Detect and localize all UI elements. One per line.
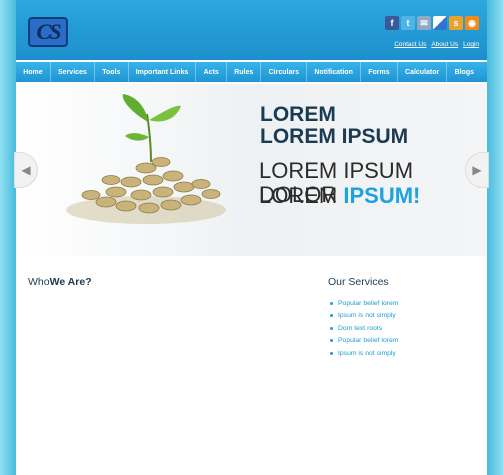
nav-rules[interactable]: Rules — [227, 62, 262, 82]
main-nav: Home Services Tools Important Links Acts… — [16, 62, 487, 82]
banner-line-4-accent: IPSUM! — [343, 183, 421, 208]
our-services-heading: Our Services — [328, 276, 389, 288]
service-item[interactable]: Ipsum is not simply — [330, 310, 398, 323]
who-plain: Who — [28, 276, 50, 288]
nav-tools[interactable]: Tools — [95, 62, 129, 82]
facebook-icon[interactable]: f — [385, 16, 399, 30]
nav-important-links[interactable]: Important Links — [129, 62, 197, 82]
rss-icon[interactable]: ◉ — [465, 16, 479, 30]
chevron-left-icon: ◀ — [21, 163, 31, 177]
service-item[interactable]: Popular belief lorem — [330, 335, 398, 348]
who-we-are-heading: WhoWe Are? — [28, 276, 92, 288]
banner-line-1: LOREM — [260, 103, 336, 126]
social-icons: f t ✉ s ◉ — [385, 16, 479, 30]
services-list: Popular belief lorem Ipsum is not simply… — [330, 297, 398, 360]
twitter-icon[interactable]: t — [401, 16, 415, 30]
nav-acts[interactable]: Acts — [196, 62, 227, 82]
email-icon[interactable]: ✉ — [417, 16, 431, 30]
header: CS f t ✉ s ◉ Contact Us About Us Login — [16, 0, 487, 60]
coins-plant-image — [66, 94, 226, 224]
nav-services[interactable]: Services — [51, 62, 96, 82]
logo[interactable]: CS — [28, 17, 68, 47]
service-item[interactable]: Ipsum is not simply — [330, 347, 398, 360]
nav-calculator[interactable]: Calculator — [398, 62, 448, 82]
delicious-icon[interactable] — [433, 16, 447, 30]
banner-line-4-plain: LOREM — [259, 183, 344, 208]
banner-line-4: LOREM IPSUM! — [259, 184, 420, 208]
right-background — [487, 0, 503, 475]
service-item[interactable]: Popular belief lorem — [330, 297, 398, 310]
who-bold: We Are? — [49, 276, 92, 288]
nav-blogs[interactable]: Blogs — [447, 62, 481, 82]
login-link[interactable]: Login — [463, 41, 479, 48]
nav-circulars[interactable]: Circulars — [261, 62, 308, 82]
nav-notification[interactable]: Notification — [307, 62, 362, 82]
page: CS f t ✉ s ◉ Contact Us About Us Login H… — [14, 0, 489, 475]
about-us-link[interactable]: About Us — [431, 41, 458, 48]
banner-slider: ◀ ▶ LOREM LOREM IPSUM LOREM IPSUM DOLOR … — [14, 84, 489, 256]
left-background — [0, 0, 16, 475]
banner-line-2: LOREM IPSUM — [260, 125, 409, 148]
top-links: Contact Us About Us Login — [394, 41, 479, 48]
stumbleupon-icon[interactable]: s — [449, 16, 463, 30]
logo-text: CS — [36, 19, 62, 44]
nav-forms[interactable]: Forms — [361, 62, 398, 82]
service-item[interactable]: Dom text roots — [330, 322, 398, 335]
prev-slide-button[interactable]: ◀ — [14, 152, 38, 188]
contact-us-link[interactable]: Contact Us — [394, 41, 426, 48]
nav-home[interactable]: Home — [16, 62, 51, 82]
